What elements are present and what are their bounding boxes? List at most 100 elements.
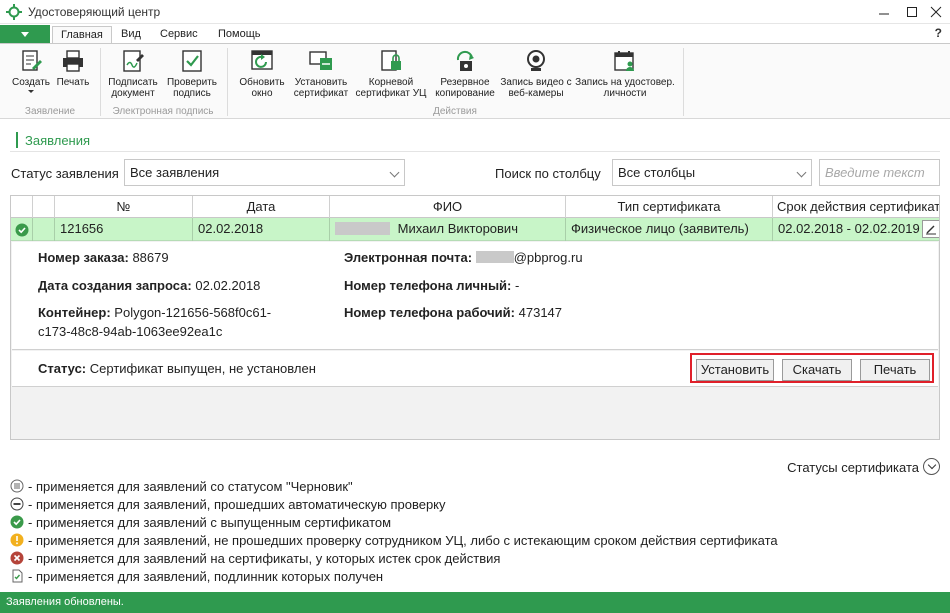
print-button[interactable]: Печать: [860, 359, 930, 381]
row-cert-type: Физическое лицо (заявитель): [566, 218, 773, 241]
root-certificate-button[interactable]: Корневой сертификат УЦ: [352, 48, 430, 106]
row-status-cell: [11, 218, 33, 241]
print-ribbon-button[interactable]: Печать: [54, 48, 92, 106]
create-label: Создать: [11, 77, 50, 88]
header-status-column: [11, 196, 33, 218]
header-date[interactable]: Дата: [193, 196, 330, 218]
refresh-icon: [251, 50, 273, 70]
order-number: Номер заказа: 88679: [38, 249, 169, 267]
check-signature-button[interactable]: Проверить подпись: [164, 48, 220, 106]
check-signature-label: Проверить подпись: [166, 77, 217, 99]
applications-table: № Дата ФИО Тип сертификата Срок действия…: [10, 195, 940, 440]
download-button[interactable]: Скачать: [782, 359, 852, 381]
webcam-label: Запись видео с веб-камеры: [500, 77, 572, 99]
file-menu-button[interactable]: [0, 25, 50, 44]
column-select[interactable]: Все столбцы: [612, 159, 812, 186]
refresh-window-button[interactable]: Обновить окно: [234, 48, 290, 106]
backup-button[interactable]: Резервное копирование: [432, 48, 498, 106]
root-certificate-label: Корневой сертификат УЦ: [355, 77, 427, 99]
ribbon-tab-strip: Главная Вид Сервис Помощь ?: [0, 24, 950, 44]
request-date-label: Дата создания запроса:: [38, 278, 192, 293]
group-label-application: Заявление: [24, 106, 76, 117]
table-row[interactable]: 121656 02.02.2018 Михаил Викторович Физи…: [11, 218, 939, 241]
request-date-value: 02.02.2018: [195, 278, 261, 293]
window-title: Удостоверяющий центр: [28, 4, 161, 19]
printer-icon: [63, 50, 83, 72]
auto-check-icon: [10, 497, 24, 511]
help-button[interactable]: ?: [935, 26, 942, 40]
dropdown-arrow-icon: [28, 90, 34, 93]
row-number: 121656: [55, 218, 193, 241]
phone-personal-value: -: [515, 278, 520, 293]
header-flag-column: [33, 196, 55, 218]
issued-icon: [15, 223, 29, 237]
dropdown-arrow-icon: [21, 32, 29, 37]
status-filter-label: Статус заявления: [11, 166, 119, 181]
row-fio-text: Михаил Викторович: [397, 221, 518, 236]
backup-icon: [456, 50, 474, 71]
section-title: Заявления: [25, 133, 91, 148]
request-date: Дата создания запроса: 02.02.2018: [38, 277, 260, 295]
original-received-icon: [12, 569, 23, 583]
close-icon: [930, 6, 942, 18]
close-button[interactable]: [922, 0, 950, 24]
search-input[interactable]: [819, 159, 940, 186]
status-row: Статус: Сертификат выпущен, не установле…: [12, 351, 938, 387]
email: Электронная почта: @pbprog.ru: [344, 249, 583, 267]
phone-work-value: 473147: [518, 305, 563, 320]
column-select-value: Все столбцы: [618, 165, 696, 180]
maximize-icon: [907, 7, 917, 17]
install-certificate-ribbon-button[interactable]: Установить сертификат: [292, 48, 350, 106]
tab-view[interactable]: Вид: [113, 26, 149, 44]
draft-icon: [10, 479, 24, 493]
issued-icon: [10, 515, 24, 529]
warning-icon: [10, 533, 24, 547]
tab-main[interactable]: Главная: [52, 26, 112, 44]
pencil-icon: [926, 225, 936, 235]
title-bar: Удостоверяющий центр: [0, 0, 950, 24]
legend-item: - применяется для заявлений с выпущенным…: [10, 513, 391, 531]
tab-help[interactable]: Помощь: [210, 26, 269, 44]
header-number[interactable]: №: [55, 196, 193, 218]
minimize-icon: [879, 13, 889, 15]
redacted-email-user: [475, 251, 514, 263]
app-logo-icon: [6, 3, 22, 20]
sign-document-button[interactable]: Подписать документ: [104, 48, 162, 106]
create-button[interactable]: Создать: [8, 48, 54, 106]
legend-title: Статусы сертификата: [787, 460, 919, 475]
certificate-status-value: Сертификат выпущен, не установлен: [89, 361, 316, 376]
sign-document-icon: [123, 50, 144, 72]
legend-item: - применяется для заявлений со статусом …: [10, 477, 353, 495]
webcam-record-button[interactable]: Запись видео с веб-камеры: [500, 48, 572, 106]
check-signature-icon: [182, 50, 202, 72]
expired-icon: [10, 551, 24, 565]
legend-text: - применяется для заявлений, не прошедши…: [28, 532, 778, 548]
ribbon-separator: [683, 48, 684, 116]
status-bar: Заявления обновлены.: [0, 592, 950, 613]
header-validity[interactable]: Срок действия сертификата: [773, 196, 939, 218]
header-fio[interactable]: ФИО: [330, 196, 566, 218]
phone-personal: Номер телефона личный: -: [344, 277, 519, 295]
status-filter-select[interactable]: Все заявления: [124, 159, 405, 186]
certificate-status: Статус: Сертификат выпущен, не установле…: [38, 360, 316, 378]
phone-work-label: Номер телефона рабочий:: [344, 305, 515, 320]
refresh-label: Обновить окно: [239, 77, 285, 99]
install-button[interactable]: Установить: [696, 359, 774, 381]
table-header: № Дата ФИО Тип сертификата Срок действия…: [11, 196, 939, 218]
minimize-button[interactable]: [870, 0, 898, 24]
tab-service[interactable]: Сервис: [152, 26, 206, 44]
install-certificate-icon: [309, 51, 332, 70]
container-value-line1: Polygon-121656-568f0c61-: [114, 305, 272, 320]
legend-text: - применяется для заявлений, подлинник к…: [28, 568, 384, 584]
header-cert-type[interactable]: Тип сертификата: [566, 196, 773, 218]
legend-toggle-button[interactable]: [923, 458, 940, 475]
container-label: Контейнер:: [38, 305, 111, 320]
row-date: 02.02.2018: [193, 218, 330, 241]
column-search-label: Поиск по столбцу: [495, 166, 601, 181]
container-value-line2: c173-48c8-94ab-1063ee92ea1c: [38, 324, 223, 339]
row-edit-button[interactable]: [922, 220, 939, 238]
legend-text: - применяется для заявлений со статусом …: [28, 478, 353, 494]
phone-personal-label: Номер телефона личный:: [344, 278, 512, 293]
id-record-button[interactable]: Запись на удостовер. личности: [574, 48, 676, 106]
row-flag-cell: [33, 218, 55, 241]
